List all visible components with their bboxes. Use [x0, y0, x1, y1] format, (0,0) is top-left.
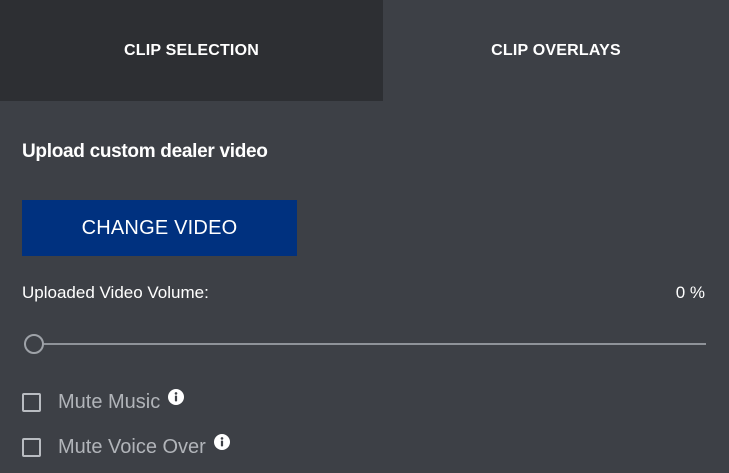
- mute-voice-over-label[interactable]: Mute Voice Over: [58, 436, 206, 459]
- volume-label: Uploaded Video Volume:: [22, 283, 209, 302]
- volume-value: 0 %: [675, 283, 705, 302]
- mute-voice-over-checkbox[interactable]: [22, 437, 41, 457]
- mute-music-checkbox[interactable]: [22, 392, 41, 412]
- tab-bar: CLIP SELECTION CLIP OVERLAYS: [0, 0, 729, 101]
- tab-clip-overlays-label: CLIP OVERLAYS: [491, 41, 621, 59]
- change-video-button[interactable]: CHANGE VIDEO: [22, 200, 297, 256]
- mute-voice-over-option: Mute Voice Over: [22, 433, 230, 461]
- mute-music-option: Mute Music: [22, 388, 185, 416]
- info-icon[interactable]: [168, 389, 185, 405]
- upload-heading: Upload custom dealer video: [22, 141, 268, 162]
- volume-slider[interactable]: [24, 333, 706, 355]
- info-icon[interactable]: [213, 434, 230, 450]
- slider-track: [24, 343, 706, 345]
- slider-thumb[interactable]: [24, 334, 44, 354]
- tab-clip-selection[interactable]: CLIP SELECTION: [0, 0, 383, 101]
- clip-settings-panel: CLIP SELECTION CLIP OVERLAYS Upload cust…: [0, 0, 729, 473]
- tab-clip-selection-label: CLIP SELECTION: [124, 41, 259, 59]
- mute-music-label[interactable]: Mute Music: [58, 391, 160, 414]
- tab-clip-overlays[interactable]: CLIP OVERLAYS: [383, 0, 729, 101]
